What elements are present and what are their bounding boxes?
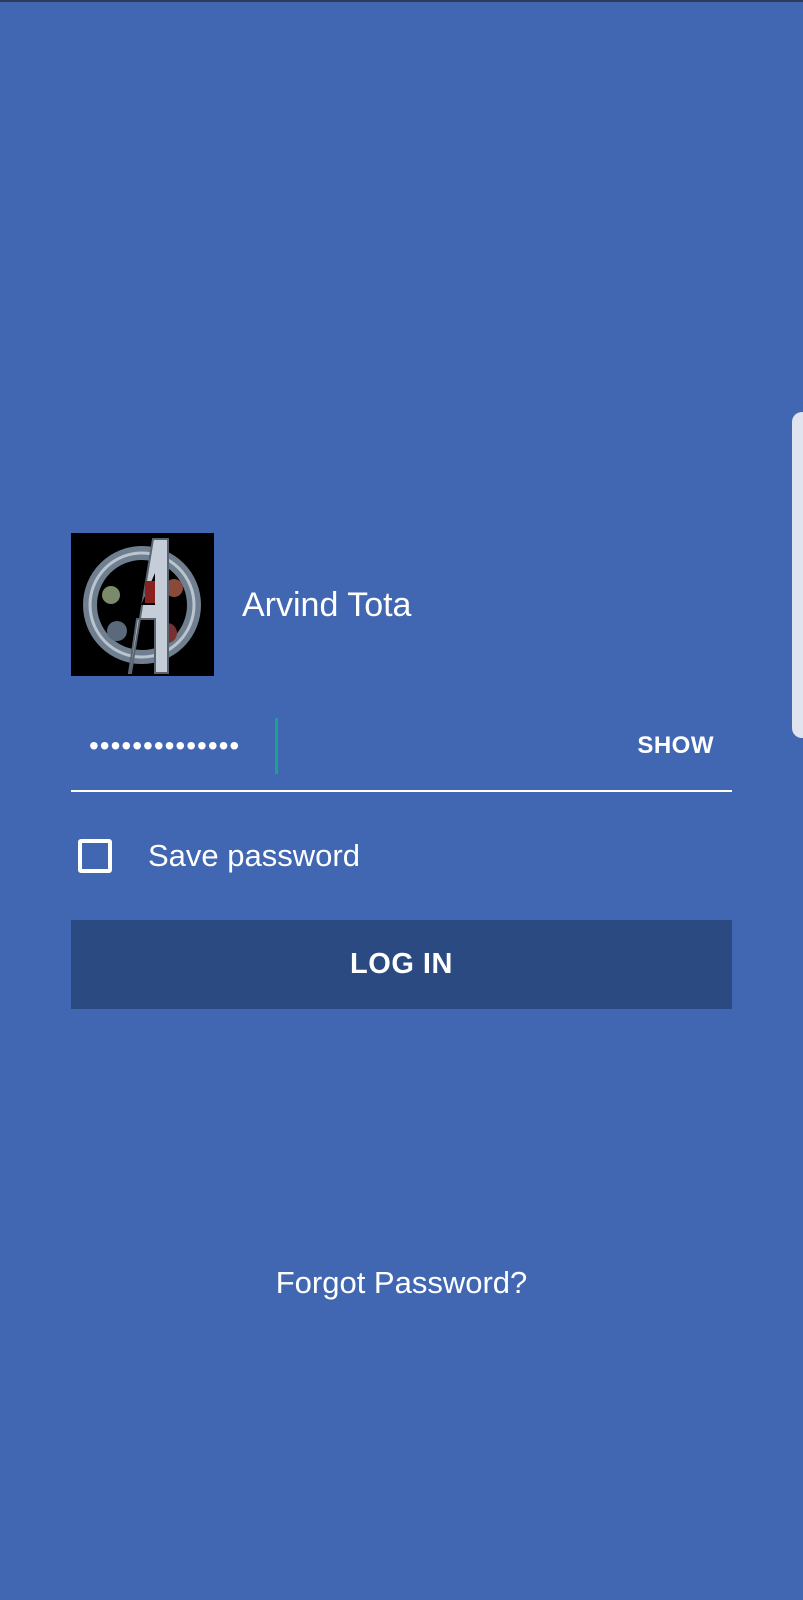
password-masked-value: •••••••••••••• [89, 730, 241, 761]
forgot-password-link[interactable]: Forgot Password? [0, 1263, 803, 1303]
password-input[interactable]: •••••••••••••• SHOW [71, 712, 732, 792]
show-password-button[interactable]: SHOW [637, 726, 714, 766]
profile-header: Arvind Tota [71, 533, 411, 676]
edge-panel-handle[interactable] [792, 412, 803, 738]
avatar [71, 533, 214, 676]
status-bar-strip [0, 0, 803, 2]
save-password-row[interactable]: Save password [78, 836, 360, 876]
avengers-logo-icon [71, 533, 214, 676]
save-password-label: Save password [148, 838, 360, 873]
login-button[interactable]: LOG IN [71, 920, 732, 1009]
save-password-checkbox[interactable] [78, 839, 112, 873]
text-caret [275, 718, 278, 774]
username-label: Arvind Tota [242, 585, 412, 624]
